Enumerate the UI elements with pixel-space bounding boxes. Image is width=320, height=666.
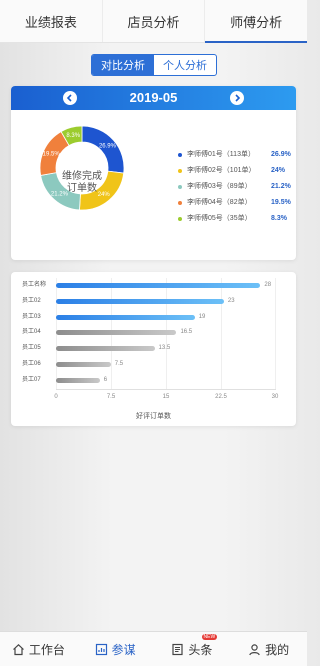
tab-performance-report[interactable]: 业绩报表 (0, 0, 103, 42)
orders-donut-chart: 26.9%24%21.2%19.5%8.3% (39, 125, 125, 211)
legend-pct: 24% (271, 167, 286, 174)
legend-orders: （101单） (222, 167, 256, 174)
compare-analysis-button[interactable]: 对比分析 (92, 55, 154, 75)
bottom-nav-bar: 工作台 参谋 头条 NEW 我的 (0, 631, 307, 666)
bar-value-label: 23 (227, 297, 235, 304)
nav-profile[interactable]: 我的 (230, 632, 307, 666)
x-tick-label: 15 (162, 394, 170, 400)
donut-slice (81, 125, 125, 174)
legend-orders: （89单） (222, 183, 252, 190)
legend-orders: （35单） (222, 215, 252, 222)
legend-dot (178, 153, 182, 157)
analysis-mode-toggle: 对比分析 个人分析 (91, 54, 217, 76)
legend-orders: （113单） (222, 151, 255, 158)
slice-pct-label: 19.5% (43, 152, 61, 158)
bar (56, 346, 155, 352)
bar (56, 362, 111, 367)
legend-item: 李师傅02号（101单） 24% (178, 163, 293, 179)
legend-name: 李师傅01号 (187, 151, 223, 158)
bar-value-label: 28 (264, 282, 272, 288)
nav-label: 参谋 (111, 642, 136, 657)
slice-pct-label: 26.9% (99, 143, 117, 149)
legend-dot (178, 201, 182, 205)
bar (56, 314, 195, 320)
user-icon (249, 643, 260, 655)
legend-item: 李师傅01号（113单） 26.9% (178, 147, 293, 163)
x-axis (56, 389, 276, 390)
new-badge: NEW (201, 634, 218, 640)
prev-month-button[interactable] (63, 91, 77, 105)
home-icon (12, 643, 24, 655)
legend-item: 李师傅03号（89单） 21.2% (178, 179, 293, 195)
bar (56, 377, 100, 383)
month-label: 2019-05 (129, 90, 178, 105)
top-tab-bar: 业绩报表 店员分析 师傅分析 (0, 0, 307, 43)
bar-category-label: 员工07 (22, 376, 41, 383)
bar (56, 283, 261, 288)
legend-orders: （82单） (222, 199, 252, 206)
legend-name: 李师傅04号 (187, 199, 223, 206)
bar-value-label: 6 (103, 376, 108, 383)
legend-name: 李师傅02号 (187, 167, 223, 174)
gridline (221, 278, 222, 389)
good-review-bar-card: 0 7.5 15 22.5 30 好评订单数 员工名称 28 员工02 23 员工03 1… (11, 272, 296, 426)
bar-category-label: 员工06 (22, 361, 41, 367)
nav-label: 工作台 (28, 642, 65, 657)
chevron-right-icon (235, 94, 241, 102)
x-tick-label: 30 (271, 394, 279, 400)
bar-value-label: 7.5 (114, 361, 124, 367)
bar-category-label: 员工02 (22, 297, 41, 304)
donut-legend: 李师傅01号（113单） 26.9% 李师傅02号（101单） 24% 李师傅0… (178, 147, 293, 227)
nav-label: 我的 (265, 642, 290, 657)
legend-pct: 19.5% (271, 199, 291, 206)
legend-dot (178, 217, 182, 221)
donut-center-line2: 订单数 (67, 183, 97, 194)
slice-pct-label: 8.3% (66, 133, 80, 139)
bar-value-label: 16.5 (180, 329, 193, 336)
gridline (275, 278, 276, 389)
legend-item: 李师傅04号（82单） 19.5% (178, 195, 293, 211)
legend-dot (178, 169, 182, 173)
chevron-left-icon (66, 94, 72, 102)
bar-category-label: 员工03 (22, 313, 41, 320)
legend-pct: 26.9% (271, 151, 291, 158)
nav-headlines[interactable]: 头条 NEW (154, 632, 231, 666)
bar-category-label: 员工05 (22, 345, 41, 352)
orders-donut-card: 2019-05 26.9% 24% 21.2% 19.5% 8.3% 维修完成 订单数 … (11, 86, 296, 260)
legend-item: 李师傅05号（35单） 8.3% (178, 211, 293, 227)
bar (56, 298, 224, 304)
donut-center-title: 维修完成 订单数 (52, 171, 112, 195)
legend-name: 李师傅03号 (187, 183, 223, 190)
tab-technician-analysis[interactable]: 师傅分析 (205, 0, 307, 43)
month-header: 2019-05 (11, 86, 296, 110)
tab-clerk-analysis[interactable]: 店员分析 (103, 0, 206, 42)
nav-workbench[interactable]: 工作台 (0, 632, 77, 666)
bar-value-label: 13.5 (158, 345, 171, 352)
legend-dot (178, 185, 182, 189)
chart-icon (95, 643, 107, 655)
next-month-button[interactable] (230, 91, 244, 105)
bar (56, 330, 177, 336)
legend-pct: 21.2% (271, 183, 291, 190)
x-axis-label: 好评订单数 (136, 413, 171, 420)
legend-pct: 8.3% (271, 215, 287, 222)
x-tick-label: 22.5 (215, 394, 227, 400)
nav-advisor[interactable]: 参谋 (77, 632, 154, 666)
nav-label: 头条 (188, 642, 213, 657)
x-tick-label: 7.5 (106, 394, 116, 400)
x-tick-label: 0 (54, 394, 58, 400)
news-icon (172, 643, 183, 655)
personal-analysis-button[interactable]: 个人分析 (154, 55, 216, 75)
bar-category-label: 员工名称 (22, 282, 47, 288)
bar-value-label: 19 (198, 313, 206, 320)
legend-name: 李师傅05号 (187, 215, 223, 222)
donut-center-line1: 维修完成 (62, 171, 102, 182)
bar-category-label: 员工04 (22, 329, 41, 336)
